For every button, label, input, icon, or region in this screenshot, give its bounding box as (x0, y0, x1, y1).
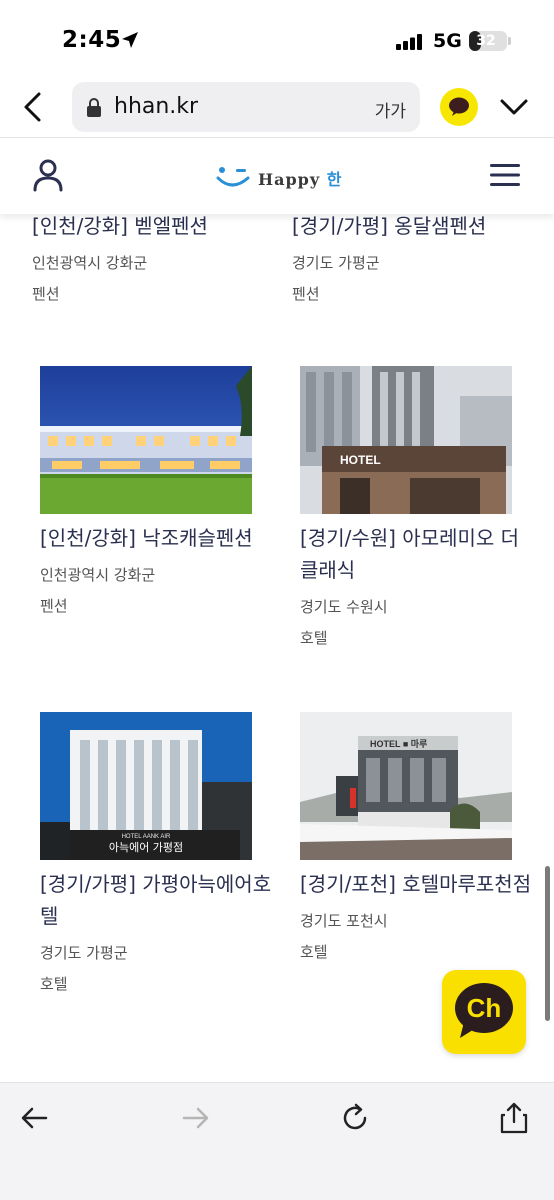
network-label: 5G (433, 30, 462, 52)
hamburger-menu-icon[interactable] (488, 162, 522, 188)
listing-address: 경기도 가평군 (292, 254, 380, 272)
reload-icon[interactable] (338, 1101, 372, 1135)
url-text: hhan.kr (114, 94, 199, 119)
listing-photo[interactable]: HOTEL ■ 마루 (300, 712, 512, 860)
listing-type: 펜션 (32, 285, 60, 303)
listing-type: 펜션 (292, 285, 320, 303)
smile-logo-icon (216, 167, 250, 187)
chevron-down-icon[interactable] (498, 94, 530, 120)
listing-photo[interactable]: HOTEL (300, 366, 512, 514)
listing-title[interactable]: [인천/강화] 낙조캐슬펜션 (40, 522, 280, 554)
location-arrow-icon (122, 32, 138, 48)
hotel-sign-text: HOTEL (340, 453, 381, 467)
hotel-caption: 아늑에어 가평점 (109, 841, 183, 854)
user-icon[interactable] (32, 158, 64, 192)
hotel-sign-text: HOTEL ■ 마루 (370, 738, 427, 749)
kakao-speech-icon (449, 97, 469, 116)
listing-address: 인천광역시 강화군 (32, 254, 148, 272)
text-size-button[interactable]: 가가 (375, 97, 406, 122)
listing-title[interactable]: [인천/강화] 벧엘펜션 (32, 210, 272, 242)
url-field[interactable]: hhan.kr 가가 (72, 82, 420, 132)
lock-icon (87, 98, 101, 117)
battery-nub (508, 37, 511, 45)
hotel-caption-small: HOTEL AANK AIR (122, 834, 171, 840)
battery-icon: 32 (469, 31, 507, 51)
listing-title[interactable]: [경기/수원] 아모레미오 더 클래식 (300, 522, 530, 586)
back-arrow-icon[interactable] (18, 1101, 52, 1135)
status-bar: 2:45 5G 32 (0, 0, 554, 78)
site-header: Happy 한 (0, 138, 554, 214)
listing-type: 호텔 (300, 943, 328, 961)
status-time: 2:45 (62, 27, 122, 53)
battery-percent: 32 (476, 33, 496, 49)
back-chevron-icon[interactable] (18, 90, 48, 124)
listing-address: 인천광역시 강화군 (40, 566, 156, 584)
listing-photo[interactable]: HOTEL AANK AIR 아늑에어 가평점 (40, 712, 252, 860)
site-logo[interactable]: Happy 한 (214, 160, 344, 194)
listing-card[interactable]: [인천/강화] 벧엘펜션 인천광역시 강화군 펜션 (32, 210, 272, 305)
listing-title[interactable]: [경기/가평] 옹달샘펜션 (292, 210, 532, 242)
scrollbar[interactable] (545, 866, 550, 1021)
logo-text: Happy 한 (258, 170, 343, 189)
forward-arrow-icon[interactable] (178, 1101, 212, 1135)
listing-grid: [인천/강화] 벧엘펜션 인천광역시 강화군 펜션 [경기/가평] 옹달샘펜션 … (0, 138, 554, 1082)
listing-photo[interactable] (40, 366, 252, 514)
channel-label: Ch (466, 993, 502, 1023)
kakao-talk-button[interactable] (440, 88, 478, 126)
listing-card[interactable]: [경기/가평] 옹달샘펜션 경기도 가평군 펜션 (292, 210, 532, 305)
kakao-channel-button[interactable]: Ch (442, 970, 526, 1054)
listing-title[interactable]: [경기/포천] 호텔마루포천점 (300, 868, 540, 900)
listing-title[interactable]: [경기/가평] 가평아늑에어호텔 (40, 868, 280, 932)
share-icon[interactable] (497, 1101, 531, 1135)
browser-toolbar (0, 1082, 554, 1200)
listing-address: 경기도 수원시 (300, 598, 388, 616)
listing-type: 호텔 (40, 975, 68, 993)
listing-card[interactable]: HOTEL AANK AIR 아늑에어 가평점 [경기/가평] 가평아늑에어호텔… (40, 712, 280, 995)
browser-address-bar: hhan.kr 가가 (0, 78, 554, 138)
listing-card[interactable]: HOTEL ■ 마루 [경기/포천] 호텔마루포천점 경기도 포천시 호텔 (300, 712, 540, 963)
listing-type: 펜션 (40, 597, 68, 615)
listing-type: 호텔 (300, 629, 328, 647)
listing-address: 경기도 가평군 (40, 944, 128, 962)
listing-card[interactable]: [인천/강화] 낙조캐슬펜션 인천광역시 강화군 펜션 (40, 366, 280, 617)
listing-card[interactable]: HOTEL [경기/수원] 아모레미오 더 클래식 경기도 수원시 호텔 (300, 366, 540, 649)
listing-address: 경기도 포천시 (300, 912, 388, 930)
signal-icon (396, 34, 422, 50)
